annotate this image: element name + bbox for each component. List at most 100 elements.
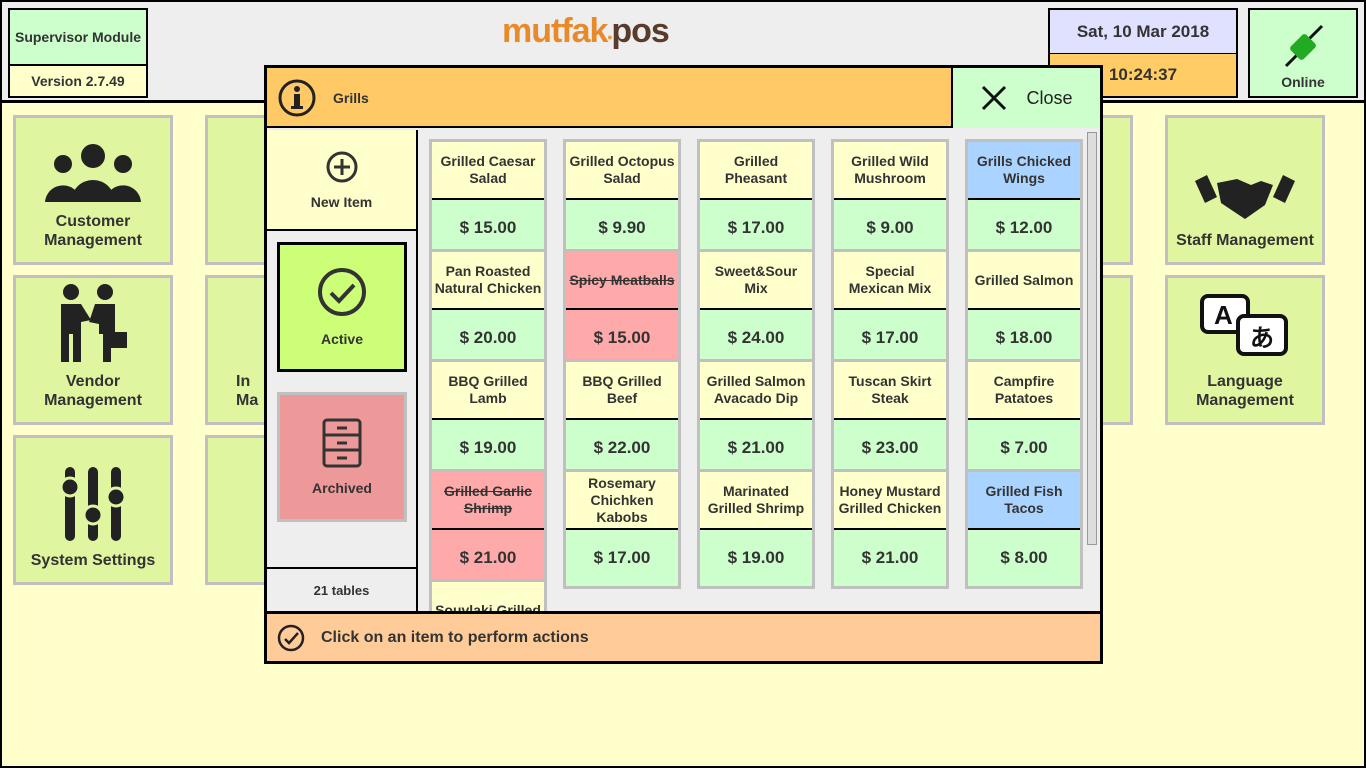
item-name: Grilled Fish Tacos xyxy=(968,472,1080,530)
tile-language-management[interactable]: Aあ Language Management xyxy=(1165,275,1325,425)
dialog-title: Grills xyxy=(333,90,369,106)
translate-icon: Aあ xyxy=(1200,294,1288,356)
menu-item[interactable]: BBQ Grilled Lamb $ 19.00 xyxy=(429,359,547,479)
version-label: Version 2.7.49 xyxy=(10,66,146,96)
check-circle-icon xyxy=(318,268,366,316)
cabinet-icon xyxy=(322,418,362,468)
item-name: Grilled Caesar Salad xyxy=(432,142,544,200)
plus-circle-icon xyxy=(326,151,357,182)
tile-customer-management[interactable]: Customer Management xyxy=(13,115,173,265)
item-price: $ 19.00 xyxy=(700,530,812,586)
menu-item[interactable]: BBQ Grilled Beef $ 22.00 xyxy=(563,359,681,479)
menu-item[interactable]: Honey Mustard Grilled Chicken $ 21.00 xyxy=(831,469,949,589)
menu-item[interactable]: Grilled Caesar Salad $ 15.00 xyxy=(429,139,547,259)
item-grid: Grilled Caesar Salad $ 15.00 Grilled Octop… xyxy=(420,130,1100,611)
item-name: Honey Mustard Grilled Chicken xyxy=(834,472,946,530)
tile-vendor-management[interactable]: Vendor Management xyxy=(13,275,173,425)
plug-icon xyxy=(1284,24,1324,68)
item-name: Sweet&Sour Mix xyxy=(700,252,812,310)
item-price: $ 18.00 xyxy=(968,310,1080,366)
item-name: Grilled Salmon Avacado Dip xyxy=(700,362,812,420)
item-price: $ 21.00 xyxy=(834,530,946,586)
menu-item[interactable]: Rosemary Chichken Kabobs $ 17.00 xyxy=(563,469,681,589)
menu-item[interactable]: Marinated Grilled Shrimp $ 19.00 xyxy=(697,469,815,589)
item-price: $ 12.00 xyxy=(968,200,1080,256)
menu-item[interactable]: Grilled Salmon Avacado Dip $ 21.00 xyxy=(697,359,815,479)
module-name: Supervisor Module xyxy=(10,10,146,66)
menu-item[interactable]: Grilled Salmon $ 18.00 xyxy=(965,249,1083,369)
item-name: Souvlaki Grilled xyxy=(432,582,544,611)
item-name: Special Mexican Mix xyxy=(834,252,946,310)
menu-item[interactable]: Grilled Garlic Shrimp $ 21.00 xyxy=(429,469,547,589)
item-price: $ 19.00 xyxy=(432,420,544,476)
status-footer: Click on an item to perform actions xyxy=(267,611,1100,661)
item-price: $ 15.00 xyxy=(432,200,544,256)
check-circle-icon xyxy=(277,624,305,651)
online-status[interactable]: Online xyxy=(1248,8,1358,98)
tile-system-settings[interactable]: System Settings xyxy=(13,435,173,585)
item-name: Spicy Meatballs xyxy=(566,252,678,310)
item-name: BBQ Grilled Lamb xyxy=(432,362,544,420)
status-label: Online xyxy=(1281,74,1325,90)
menu-item[interactable]: Campfire Patatoes $ 7.00 xyxy=(965,359,1083,479)
item-price: $ 22.00 xyxy=(566,420,678,476)
item-name: Pan Roasted Natural Chicken xyxy=(432,252,544,310)
item-price: $ 24.00 xyxy=(700,310,812,366)
tile-staff-management[interactable]: Staff Management xyxy=(1165,115,1325,265)
item-price: $ 23.00 xyxy=(834,420,946,476)
item-price: $ 17.00 xyxy=(566,530,678,586)
grills-dialog: Grills Close New Item Active Archived 21… xyxy=(264,65,1103,664)
close-button[interactable]: Close xyxy=(951,68,1100,128)
item-price: $ 9.90 xyxy=(566,200,678,256)
menu-item[interactable]: Souvlaki Grilled xyxy=(429,579,547,611)
people-icon xyxy=(45,144,141,202)
item-name: Rosemary Chichken Kabobs xyxy=(566,472,678,530)
sliders-icon xyxy=(59,467,127,541)
business-meeting-icon xyxy=(61,284,127,362)
item-name: Campfire Patatoes xyxy=(968,362,1080,420)
item-name: BBQ Grilled Beef xyxy=(566,362,678,420)
item-name: Grilled Garlic Shrimp xyxy=(432,472,544,530)
menu-item[interactable]: Spicy Meatballs $ 15.00 xyxy=(563,249,681,369)
menu-item[interactable]: Pan Roasted Natural Chicken $ 20.00 xyxy=(429,249,547,369)
item-name: Grilled Pheasant xyxy=(700,142,812,200)
active-filter-button[interactable]: Active xyxy=(277,242,407,372)
item-name: Grilled Salmon xyxy=(968,252,1080,310)
item-name: Grilled Octopus Salad xyxy=(566,142,678,200)
item-name: Grills Chicked Wings xyxy=(968,142,1080,200)
menu-item[interactable]: Tuscan Skirt Steak $ 23.00 xyxy=(831,359,949,479)
item-name: Grilled Wild Mushroom xyxy=(834,142,946,200)
menu-item[interactable]: Sweet&Sour Mix $ 24.00 xyxy=(697,249,815,369)
menu-item[interactable]: Grilled Octopus Salad $ 9.90 xyxy=(563,139,681,259)
item-price: $ 21.00 xyxy=(432,530,544,586)
item-name: Tuscan Skirt Steak xyxy=(834,362,946,420)
item-price: $ 20.00 xyxy=(432,310,544,366)
module-info: Supervisor Module Version 2.7.49 xyxy=(8,8,148,98)
item-price: $ 17.00 xyxy=(834,310,946,366)
dialog-header: Grills Close xyxy=(267,68,1100,128)
filter-panel: New Item Active Archived 21 tables xyxy=(267,130,418,611)
new-item-button[interactable]: New Item xyxy=(267,130,416,231)
close-icon xyxy=(982,85,1007,111)
item-price: $ 9.00 xyxy=(834,200,946,256)
item-price: $ 8.00 xyxy=(968,530,1080,586)
svg-text:あ: あ xyxy=(1250,325,1274,352)
item-price: $ 7.00 xyxy=(968,420,1080,476)
info-icon xyxy=(278,79,316,117)
item-count: 21 tables xyxy=(267,567,416,611)
archived-filter-button[interactable]: Archived xyxy=(277,392,407,522)
menu-item[interactable]: Grilled Fish Tacos $ 8.00 xyxy=(965,469,1083,589)
menu-item[interactable]: Special Mexican Mix $ 17.00 xyxy=(831,249,949,369)
menu-item[interactable]: Grilled Wild Mushroom $ 9.00 xyxy=(831,139,949,259)
item-price: $ 15.00 xyxy=(566,310,678,366)
handshake-icon xyxy=(1195,175,1295,219)
menu-item[interactable]: Grills Chicked Wings $ 12.00 xyxy=(965,139,1083,259)
item-price: $ 21.00 xyxy=(700,420,812,476)
scrollbar[interactable] xyxy=(1087,132,1097,545)
date-label: Sat, 10 Mar 2018 xyxy=(1050,10,1236,54)
item-price: $ 17.00 xyxy=(700,200,812,256)
menu-item[interactable]: Grilled Pheasant $ 17.00 xyxy=(697,139,815,259)
item-name: Marinated Grilled Shrimp xyxy=(700,472,812,530)
svg-text:A: A xyxy=(1214,300,1233,330)
logo: mutfak•pos xyxy=(502,12,670,50)
